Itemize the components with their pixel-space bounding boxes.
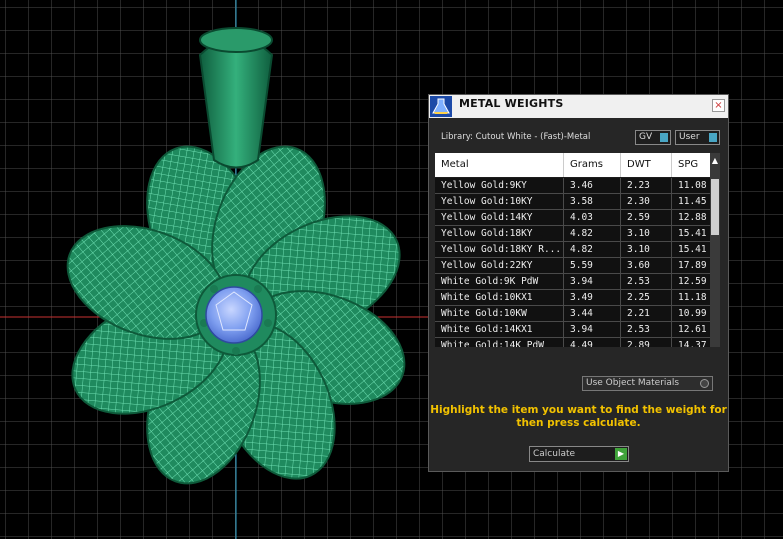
cell-grams: 4.82 [564,226,621,241]
cell-spg: 12.59 [678,276,707,287]
cell-grams: 4.03 [564,210,621,225]
cell-spg: 17.89 [678,260,707,271]
calculate-label: Calculate [533,449,576,459]
calculate-button[interactable]: Calculate ▶ [529,446,629,462]
cell-dwt: 2.21 [621,306,672,321]
column-header-grams[interactable]: Grams [564,153,621,177]
cell-dwt: 2.53 [621,322,672,337]
cell-grams: 5.59 [564,258,621,273]
use-object-materials-label: Use Object Materials [586,378,680,388]
play-arrow-icon: ▶ [615,448,627,460]
column-header-dwt[interactable]: DWT [621,153,672,177]
cell-metal: Yellow Gold:18KY [435,226,564,241]
cell-grams: 3.94 [564,322,621,337]
table-row[interactable]: White Gold:14KX1 3.94 2.53 12.61 [435,322,710,338]
cell-metal: Yellow Gold:22KY [435,258,564,273]
table-row[interactable]: Yellow Gold:18KY 4.82 3.10 15.41 [435,226,710,242]
metal-table[interactable]: Metal Grams DWT SPG Yellow Gold:9KY 3.46 2… [435,153,720,347]
cell-dwt: 3.10 [621,242,672,257]
close-icon: × [714,100,723,111]
cell-spg: 14.37 [678,340,707,347]
cell-grams: 4.49 [564,338,621,347]
table-row[interactable]: White Gold:10KX1 3.49 2.25 11.18 [435,290,710,306]
cell-grams: 3.58 [564,194,621,209]
cell-grams: 4.82 [564,242,621,257]
toggle-indicator-icon [709,133,717,142]
metal-weights-panel: METAL WEIGHTS × Library: Cutout White - … [428,94,729,472]
table-row[interactable]: Yellow Gold:9KY 3.46 2.23 11.08 [435,178,710,194]
toggle-indicator-icon [660,133,668,142]
instructions-text: Highlight the item you want to find the … [430,404,727,429]
cell-metal: White Gold:10KW [435,306,564,321]
cell-dwt: 2.89 [621,338,672,347]
table-row[interactable]: Yellow Gold:10KY 3.58 2.30 11.45 [435,194,710,210]
table-scrollbar[interactable]: ▲ [710,153,720,347]
cell-metal: Yellow Gold:18KY R... [435,242,564,257]
flask-icon [430,96,452,117]
cell-grams: 3.49 [564,290,621,305]
cell-spg: 10.99 [678,308,707,319]
cell-metal: White Gold:9K PdW [435,274,564,289]
cell-dwt: 2.59 [621,210,672,225]
cell-dwt: 3.10 [621,226,672,241]
gv-toggle-button[interactable]: GV [635,130,671,145]
column-header-spg[interactable]: SPG [672,153,710,177]
table-row[interactable]: Yellow Gold:22KY 5.59 3.60 17.89 [435,258,710,274]
cell-grams: 3.44 [564,306,621,321]
library-label: Library: Cutout White - (Fast)-Metal [441,132,591,142]
table-header: Metal Grams DWT SPG [435,153,710,177]
cell-metal: White Gold:14K PdW [435,338,564,347]
table-row[interactable]: White Gold:9K PdW 3.94 2.53 12.59 [435,274,710,290]
panel-title: METAL WEIGHTS [459,97,564,110]
table-row[interactable]: White Gold:14K PdW 4.49 2.89 14.37 [435,338,710,347]
cell-spg: 11.18 [678,292,707,303]
cell-spg: 15.41 [678,244,707,255]
cell-spg: 12.61 [678,324,707,335]
radio-icon [700,379,709,388]
table-row[interactable]: Yellow Gold:14KY 4.03 2.59 12.88 [435,210,710,226]
cell-metal: Yellow Gold:9KY [435,178,564,193]
cell-grams: 3.46 [564,178,621,193]
cell-dwt: 3.60 [621,258,672,273]
cell-dwt: 2.25 [621,290,672,305]
table-row[interactable]: White Gold:10KW 3.44 2.21 10.99 [435,306,710,322]
cell-spg: 11.45 [678,196,707,207]
cell-metal: Yellow Gold:10KY [435,194,564,209]
cell-dwt: 2.30 [621,194,672,209]
scroll-up-icon[interactable]: ▲ [710,156,720,166]
column-header-metal[interactable]: Metal [435,153,564,177]
cell-spg: 11.08 [678,180,707,191]
cell-grams: 3.94 [564,274,621,289]
user-toggle-button[interactable]: User [675,130,720,145]
gv-label: GV [639,132,653,142]
use-object-materials-option[interactable]: Use Object Materials [582,376,713,391]
cell-metal: Yellow Gold:14KY [435,210,564,225]
gemstone [205,286,263,344]
cell-dwt: 2.53 [621,274,672,289]
cell-spg: 12.88 [678,212,707,223]
cell-metal: White Gold:10KX1 [435,290,564,305]
user-label: User [679,132,700,142]
cell-spg: 15.41 [678,228,707,239]
table-row[interactable]: Yellow Gold:18KY R... 4.82 3.10 15.41 [435,242,710,258]
panel-titlebar: METAL WEIGHTS × [429,95,728,118]
cell-dwt: 2.23 [621,178,672,193]
scroll-thumb[interactable] [711,179,719,235]
close-button[interactable]: × [712,99,725,112]
cell-metal: White Gold:14KX1 [435,322,564,337]
